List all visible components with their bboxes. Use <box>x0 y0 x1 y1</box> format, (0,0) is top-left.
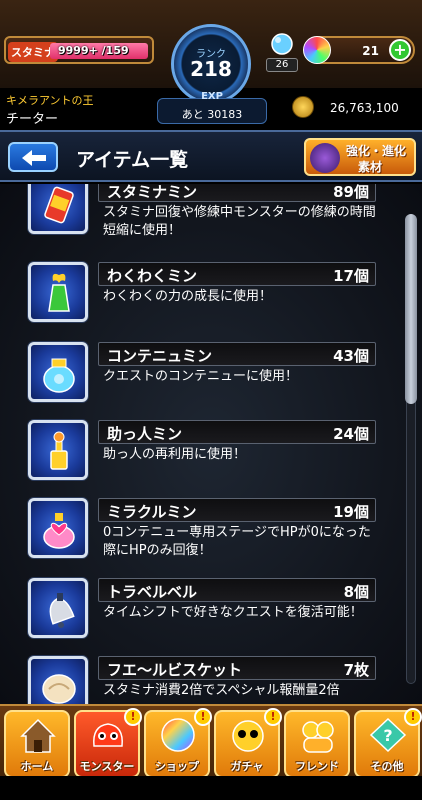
home-icon <box>20 718 56 753</box>
item-count: 8個 <box>343 583 369 601</box>
nav-other-button[interactable]: ? その他 ! <box>354 708 422 778</box>
buy-orb-button[interactable]: + <box>389 39 411 61</box>
biscuit-icon <box>28 656 88 704</box>
item-count: 7枚 <box>343 661 369 679</box>
stamina-can-icon <box>28 184 88 234</box>
orb-icon <box>303 36 331 64</box>
exp-remaining: あと 30183 <box>181 108 243 121</box>
nav-home-button[interactable]: ホーム <box>4 710 70 778</box>
small-orb-count: 26 <box>266 58 298 72</box>
monster-icon <box>93 723 123 747</box>
scrollbar-thumb[interactable] <box>405 214 417 404</box>
item-description: わくわくの力の成長に使用！ <box>103 289 273 304</box>
material-monster-icon <box>310 143 340 173</box>
item-description: タイムシフトで好きなクエストを復活可能！ <box>103 605 363 620</box>
item-count: 89個 <box>333 184 369 201</box>
blue-jar-icon <box>28 342 88 402</box>
friend-icon <box>302 721 334 753</box>
page-header: アイテム一覧 強化・進化 素材 <box>0 130 422 182</box>
orb-count: 21 <box>362 44 379 58</box>
shop-orb-icon <box>161 718 195 752</box>
nav-shop-label: ショップ <box>155 760 199 773</box>
gacha-icon <box>232 720 264 752</box>
upgrade-material-button[interactable]: 強化・進化 素材 <box>304 138 416 176</box>
back-button[interactable] <box>8 142 58 172</box>
nav-gacha-button[interactable]: ガチャ ! <box>214 708 282 778</box>
item-name: 助っ人ミン <box>107 425 183 443</box>
coin-value: 26,763,100 <box>330 101 399 115</box>
item-description: スタミナ回復や修練中モンスターの修練の時間短縮に使用！ <box>103 205 376 238</box>
user-name: チーター <box>6 112 59 127</box>
list-item[interactable]: ミラクルミン 19個 0コンテニュー専用ステージでHPが0になった際にHPのみ回… <box>0 498 400 574</box>
item-list[interactable]: スタミナミン 89個 スタミナ回復や修練中モンスターの修練の時間短縮に使用！ わ… <box>0 184 422 704</box>
nav-home-label: ホーム <box>20 760 54 773</box>
other-badge: ! <box>404 708 422 726</box>
item-description: スタミナ消費2倍でスペシャル報酬量2倍 <box>103 683 340 698</box>
shop-badge: ! <box>194 708 212 726</box>
system-bar <box>0 776 422 800</box>
monster-badge: ! <box>124 708 142 726</box>
page-title: アイテム一覧 <box>76 149 189 171</box>
nav-friend-label: フレンド <box>295 760 339 773</box>
item-count: 24個 <box>333 425 369 443</box>
item-name: わくわくミン <box>107 267 198 285</box>
item-name: ミラクルミン <box>107 503 197 521</box>
nav-gacha-label: ガチャ <box>230 760 264 773</box>
heart-potion-icon <box>28 498 88 558</box>
list-item[interactable]: わくわくミン 17個 わくわくの力の成長に使用！ <box>0 262 400 338</box>
coin-icon <box>292 96 314 118</box>
upgrade-label-1: 強化・進化 <box>346 144 407 158</box>
green-bottle-icon <box>28 262 88 322</box>
stamina-value: 9999+ /159 <box>58 44 129 57</box>
item-name: コンテニュミン <box>107 347 213 365</box>
list-item[interactable]: トラベルベル 8個 タイムシフトで好きなクエストを復活可能！ <box>0 578 400 654</box>
nav-friend-button[interactable]: フレンド <box>284 710 350 778</box>
user-title: キメラアントの王 <box>6 94 94 107</box>
item-count: 43個 <box>333 347 369 365</box>
item-name: トラベルベル <box>107 583 198 601</box>
svg-text:?: ? <box>383 726 392 745</box>
item-name: フエ～ルビスケット <box>107 661 243 679</box>
list-item[interactable]: スタミナミン 89個 スタミナ回復や修練中モンスターの修練の時間短縮に使用！ <box>0 184 400 260</box>
list-item[interactable]: コンテニュミン 43個 クエストのコンテニューに使用！ <box>0 342 400 418</box>
item-count: 19個 <box>333 503 369 521</box>
nav-shop-button[interactable]: ショップ ! <box>144 708 212 778</box>
item-count: 17個 <box>333 267 369 285</box>
nav-other-label: その他 <box>370 760 404 773</box>
nav-monster-label: モンスター <box>79 760 135 773</box>
back-arrow-icon <box>22 150 46 166</box>
rank-value: 218 <box>190 57 232 81</box>
upgrade-label-2: 素材 <box>358 160 383 174</box>
status-bar: スタミナ 9999+ /159 ランク 218 26 21 + <box>0 0 422 104</box>
exp-label: EXP <box>201 91 223 102</box>
item-description: 助っ人の再利用に使用！ <box>103 447 247 462</box>
nav-monster-button[interactable]: モンスター ! <box>74 708 142 778</box>
gacha-badge: ! <box>264 708 282 726</box>
list-item[interactable]: 助っ人ミン 24個 助っ人の再利用に使用！ <box>0 420 400 496</box>
exp-box: EXP あと 30183 <box>157 91 267 124</box>
orb-counter: 21 + <box>303 36 415 64</box>
other-icon: ? <box>369 717 407 753</box>
bell-icon <box>28 578 88 638</box>
item-description: 0コンテニュー専用ステージでHPが0になった際にHPのみ回復！ <box>103 525 371 558</box>
stamina-gauge: スタミナ 9999+ /159 <box>4 36 154 64</box>
item-name: スタミナミン <box>107 184 198 201</box>
list-item[interactable]: フエ～ルビスケット 7枚 スタミナ消費2倍でスペシャル報酬量2倍 <box>0 656 400 704</box>
item-description: クエストのコンテニューに使用！ <box>103 369 299 384</box>
yellow-bottle-icon <box>28 420 88 480</box>
